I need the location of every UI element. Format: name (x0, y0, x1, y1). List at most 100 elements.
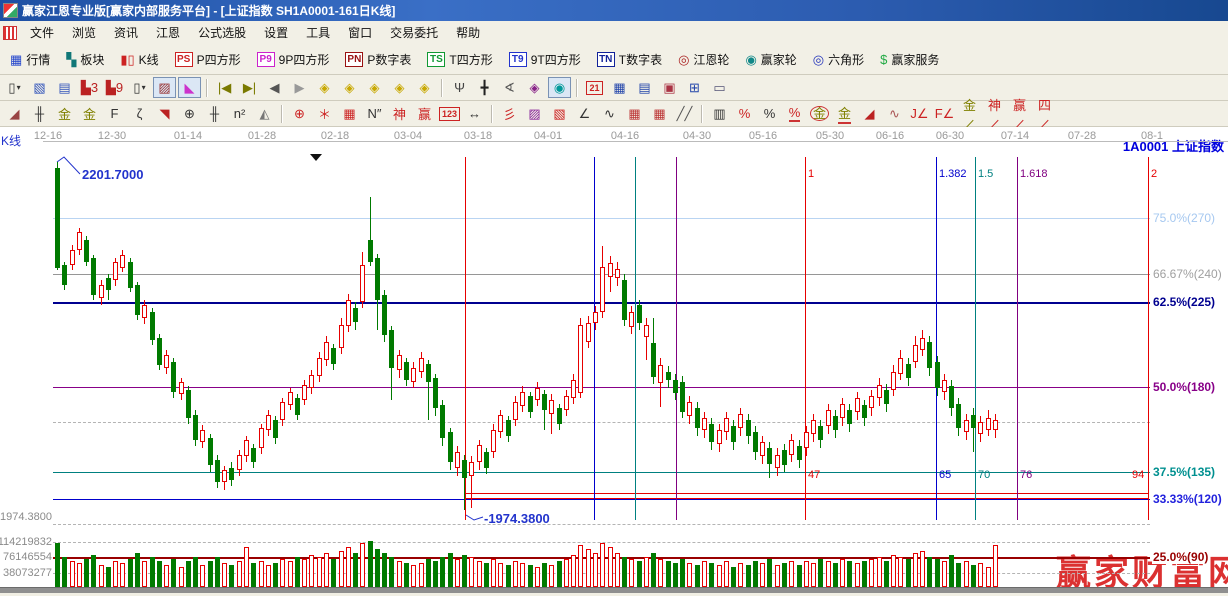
hexagon-button[interactable]: ◎六角形 (805, 47, 872, 72)
mirror-angle-icon[interactable]: ◭ (253, 103, 276, 124)
measure-tool-icon[interactable]: ∢ (498, 77, 521, 98)
scale-icon[interactable]: ▥ (708, 103, 731, 124)
gann-grid-icon[interactable]: ▦ (623, 103, 646, 124)
gann-wheel-button[interactable]: ◎江恩轮 (670, 47, 737, 72)
gold-circle-icon[interactable]: 金 (808, 103, 831, 124)
chart-3-icon[interactable]: ▙3 (78, 77, 101, 98)
gold-grid2-icon[interactable]: 金 (78, 103, 101, 124)
ninet-square-button[interactable]: T99T四方形 (501, 47, 589, 72)
compress-x-icon[interactable]: ◈ (388, 77, 411, 98)
zigzag-icon[interactable]: ∿ (598, 103, 621, 124)
go-first-icon[interactable]: |◀ (213, 77, 236, 98)
red-grid-icon[interactable]: ▦ (338, 103, 361, 124)
candle (687, 402, 692, 416)
chart-style-dropdown[interactable]: ▯▾ (3, 77, 26, 98)
menu-item[interactable]: 文件 (21, 21, 63, 44)
gold-grid-icon[interactable]: 金 (53, 103, 76, 124)
ruler-123-icon[interactable]: 123 (438, 103, 461, 124)
expand-x-icon[interactable]: ◈ (363, 77, 386, 98)
shift-left-icon[interactable]: ◈ (313, 77, 336, 98)
grid-ruler-icon[interactable]: ╫ (28, 103, 51, 124)
percent-line-icon[interactable]: % (733, 103, 756, 124)
prev-page-icon[interactable]: ◀ (263, 77, 286, 98)
fit-screen-icon[interactable]: ◈ (413, 77, 436, 98)
go-last-icon[interactable]: ▶| (238, 77, 261, 98)
angle-lines-icon[interactable]: ∠ (573, 103, 596, 124)
ruler2-icon[interactable]: ╫ (203, 103, 226, 124)
shen-grid-icon[interactable]: 神 (388, 103, 411, 124)
gann-time-label-top: 2 (1151, 168, 1157, 180)
f-angle-icon[interactable]: F∠ (933, 103, 956, 124)
kline-button[interactable]: ▮▯K线 (112, 47, 166, 72)
volume-flag-icon[interactable]: ◣ (178, 77, 201, 98)
calendar-icon[interactable]: 21 (583, 77, 606, 98)
ying-grid-icon[interactable]: 赢 (413, 103, 436, 124)
width-measure-icon[interactable]: ↔ (463, 103, 486, 124)
winner-service-button[interactable]: $赢家服务 (872, 47, 947, 72)
remote-pc-icon[interactable]: ▭ (708, 77, 731, 98)
ying-angle-icon[interactable]: 赢∠ (1008, 103, 1031, 124)
network-share-icon[interactable]: ⊞ (683, 77, 706, 98)
chart-9-icon[interactable]: ▙9 (103, 77, 126, 98)
smart-analysis-icon[interactable]: ◉ (548, 77, 571, 98)
title-bar[interactable]: 赢家江恩专业版[赢家内部服务平台] - [上证指数 SH1A0001-161日K… (0, 0, 1228, 21)
j-angle-icon[interactable]: J∠ (908, 103, 931, 124)
percent-level-icon[interactable]: % (783, 103, 806, 124)
n-mark-icon[interactable]: N″ (363, 103, 386, 124)
hand-tool-icon[interactable]: Ψ (448, 77, 471, 98)
compass-icon[interactable]: ⊕ (178, 103, 201, 124)
menu-item[interactable]: 公式选股 (189, 21, 255, 44)
menu-item[interactable]: 窗口 (339, 21, 381, 44)
gold-level-icon[interactable]: 金 (833, 103, 856, 124)
menu-item[interactable]: 工具 (297, 21, 339, 44)
menu-item[interactable]: 江恩 (147, 21, 189, 44)
t-number-button[interactable]: TNT数字表 (589, 47, 670, 72)
pencil-icon[interactable]: ◥ (153, 103, 176, 124)
f-grid-icon[interactable]: F (103, 103, 126, 124)
ray-star-icon[interactable]: ＊ (313, 103, 336, 124)
shen-angle-icon[interactable]: 神∠ (983, 103, 1006, 124)
fan-lines-icon[interactable]: 彡 (498, 103, 521, 124)
fan-box-icon[interactable]: ▨ (523, 103, 546, 124)
report-list-icon[interactable]: ▤ (53, 77, 76, 98)
chart-canvas[interactable]: K线 1A0001 上证指数 2201.7000 -1974.3800 赢家财富… (0, 127, 1228, 587)
percent-icon[interactable]: % (758, 103, 781, 124)
save-icon[interactable]: ▣ (658, 77, 681, 98)
n-square-icon[interactable]: n² (228, 103, 251, 124)
spiral-icon[interactable]: ζ (128, 103, 151, 124)
child-window-icon[interactable] (3, 26, 17, 40)
gann-box-tool-icon[interactable]: ◈ (523, 77, 546, 98)
p-number-button[interactable]: PNP数字表 (337, 47, 419, 72)
pick-tool-icon[interactable]: ◢ (3, 103, 26, 124)
blocks-button[interactable]: ▚板块 (58, 47, 112, 72)
wave-icon[interactable]: ∿ (883, 103, 906, 124)
gann-grid2-icon[interactable]: ▦ (648, 103, 671, 124)
next-page-icon[interactable]: ▶ (288, 77, 311, 98)
si-angle-icon[interactable]: 四∠ (1033, 103, 1056, 124)
menu-item[interactable]: 设置 (255, 21, 297, 44)
brush-icon[interactable]: ◢ (858, 103, 881, 124)
market-map-icon[interactable]: ▧ (28, 77, 51, 98)
quotes-button[interactable]: ▦行情 (2, 47, 58, 72)
menu-item[interactable]: 帮助 (447, 21, 489, 44)
p-square-button[interactable]: PSP四方形 (167, 47, 249, 72)
notebook-icon[interactable]: ▤ (633, 77, 656, 98)
t-square-button[interactable]: TST四方形 (419, 47, 500, 72)
gann-figure-icon[interactable]: ▨ (153, 77, 176, 98)
winner-wheel-button[interactable]: ◉赢家轮 (737, 47, 804, 72)
candle-style-dropdown[interactable]: ▯▾ (128, 77, 151, 98)
circle-cross-icon[interactable]: ⊕ (288, 103, 311, 124)
volume-bar (346, 547, 351, 587)
crosshair-tool-icon[interactable]: ╋ (473, 77, 496, 98)
box-cross-icon[interactable]: ▧ (548, 103, 571, 124)
slant-lines-icon[interactable]: ╱╱ (673, 103, 696, 124)
volume-bar (804, 561, 809, 587)
menu-item[interactable]: 资讯 (105, 21, 147, 44)
calendar-icon-glyph: 21 (586, 81, 602, 95)
menu-item[interactable]: 浏览 (63, 21, 105, 44)
menu-item[interactable]: 交易委托 (381, 21, 447, 44)
calculator-icon[interactable]: ▦ (608, 77, 631, 98)
gold-angle-icon[interactable]: 金∠ (958, 103, 981, 124)
ninep-square-button[interactable]: P99P四方形 (249, 47, 338, 72)
shift-right-icon[interactable]: ◈ (338, 77, 361, 98)
